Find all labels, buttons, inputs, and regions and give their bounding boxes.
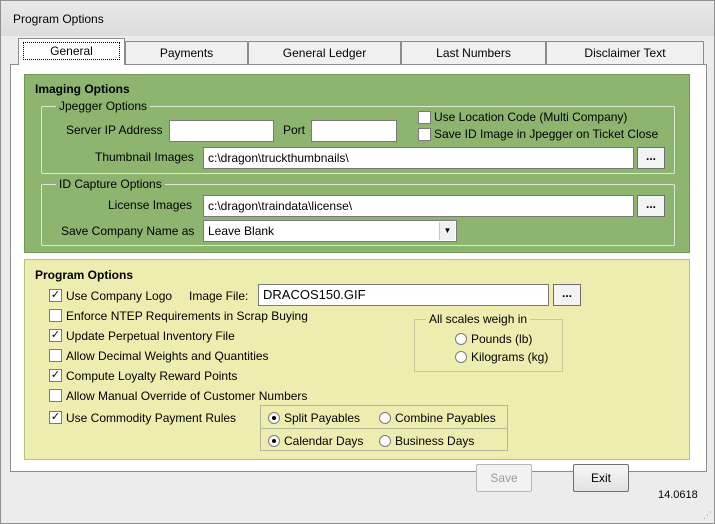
license-browse-button[interactable]: ... bbox=[637, 195, 665, 217]
thumbnail-browse-button[interactable]: ... bbox=[637, 147, 665, 169]
resize-grip-icon[interactable]: ⋰ bbox=[703, 510, 712, 521]
update-inventory-checkbox[interactable]: ✓ bbox=[49, 329, 62, 342]
window-title: Program Options bbox=[13, 12, 104, 26]
tab-last-numbers[interactable]: Last Numbers bbox=[401, 41, 546, 65]
update-inventory-label: Update Perpetual Inventory File bbox=[66, 329, 235, 343]
split-payables-radio[interactable] bbox=[268, 412, 280, 424]
imaging-options-title: Imaging Options bbox=[35, 82, 130, 96]
allow-decimal-checkbox[interactable] bbox=[49, 349, 62, 362]
calendar-days-label: Calendar Days bbox=[284, 434, 364, 448]
enforce-ntep-checkbox[interactable] bbox=[49, 309, 62, 322]
save-company-name-label: Save Company Name as bbox=[61, 224, 195, 238]
program-options-window: Program Options General Payments General… bbox=[0, 0, 715, 524]
allow-manual-override-checkbox[interactable] bbox=[49, 389, 62, 402]
enforce-ntep-label: Enforce NTEP Requirements in Scrap Buyin… bbox=[66, 309, 308, 323]
tab-disclaimer-text[interactable]: Disclaimer Text bbox=[546, 41, 704, 65]
tab-general[interactable]: General bbox=[18, 38, 125, 65]
image-file-input[interactable]: DRACOS150.GIF bbox=[258, 284, 549, 306]
business-days-radio[interactable] bbox=[379, 435, 391, 447]
server-ip-input[interactable] bbox=[169, 120, 274, 142]
exit-button[interactable]: Exit bbox=[573, 464, 629, 492]
use-commodity-rules-checkbox[interactable]: ✓ bbox=[49, 411, 62, 424]
id-capture-options-legend: ID Capture Options bbox=[56, 177, 165, 191]
image-file-label: Image File: bbox=[189, 289, 249, 303]
use-location-code-label: Use Location Code (Multi Company) bbox=[434, 110, 628, 124]
pounds-radio[interactable] bbox=[455, 333, 467, 345]
use-company-logo-checkbox[interactable]: ✓ bbox=[49, 289, 62, 302]
kilograms-label: Kilograms (kg) bbox=[471, 350, 549, 364]
server-ip-label: Server IP Address bbox=[66, 123, 163, 137]
business-days-label: Business Days bbox=[395, 434, 475, 448]
program-options-title: Program Options bbox=[35, 268, 134, 282]
combine-payables-label: Combine Payables bbox=[395, 411, 496, 425]
scales-legend: All scales weigh in bbox=[426, 312, 531, 326]
license-images-label: License Images bbox=[108, 198, 193, 212]
save-company-name-value: Leave Blank bbox=[208, 224, 275, 238]
use-location-code-checkbox[interactable] bbox=[418, 111, 431, 124]
calendar-days-radio[interactable] bbox=[268, 435, 280, 447]
pounds-label: Pounds (lb) bbox=[471, 332, 533, 346]
allow-decimal-label: Allow Decimal Weights and Quantities bbox=[66, 349, 269, 363]
title-bar[interactable]: Program Options bbox=[1, 1, 714, 36]
port-label: Port bbox=[283, 123, 306, 137]
allow-manual-override-label: Allow Manual Override of Customer Number… bbox=[66, 389, 308, 403]
license-images-input[interactable]: c:\dragon\traindata\license\ bbox=[203, 195, 634, 217]
kilograms-radio[interactable] bbox=[455, 351, 467, 363]
split-payables-label: Split Payables bbox=[284, 411, 361, 425]
save-id-image-checkbox[interactable] bbox=[418, 128, 431, 141]
image-file-browse-button[interactable]: ... bbox=[553, 284, 581, 306]
use-commodity-rules-label: Use Commodity Payment Rules bbox=[66, 411, 237, 425]
version-label: 14.0618 bbox=[658, 489, 698, 501]
save-button[interactable]: Save bbox=[476, 464, 532, 492]
chevron-down-icon[interactable]: ▼ bbox=[439, 222, 455, 240]
compute-loyalty-label: Compute Loyalty Reward Points bbox=[66, 369, 238, 383]
use-company-logo-label: Use Company Logo bbox=[66, 289, 173, 303]
tab-payments[interactable]: Payments bbox=[125, 41, 248, 65]
combine-payables-radio[interactable] bbox=[379, 412, 391, 424]
tab-general-label: General bbox=[23, 42, 120, 60]
payables-divider bbox=[261, 428, 507, 429]
save-id-image-label: Save ID Image in Jpegger on Ticket Close bbox=[434, 127, 659, 141]
thumbnail-images-input[interactable]: c:\dragon\truckthumbnails\ bbox=[203, 147, 634, 169]
port-input[interactable] bbox=[311, 120, 397, 142]
save-company-name-select[interactable]: Leave Blank ▼ bbox=[203, 220, 457, 242]
jpegger-options-legend: Jpegger Options bbox=[56, 99, 151, 113]
tab-general-ledger[interactable]: General Ledger bbox=[248, 41, 401, 65]
compute-loyalty-checkbox[interactable]: ✓ bbox=[49, 369, 62, 382]
thumbnail-images-label: Thumbnail Images bbox=[95, 150, 194, 164]
